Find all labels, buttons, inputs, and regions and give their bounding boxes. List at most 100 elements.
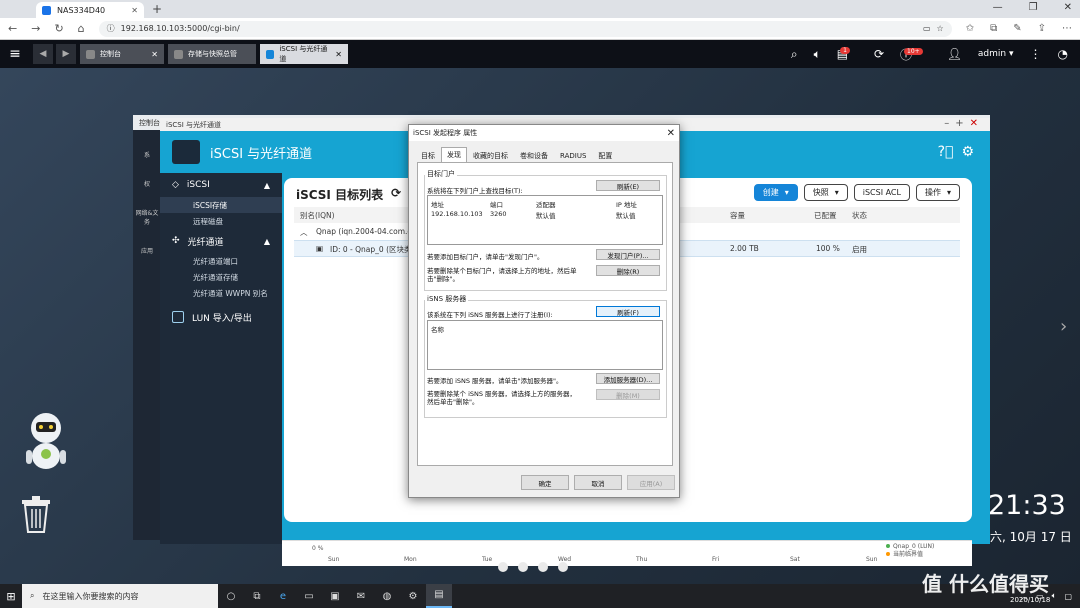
favorites-icon[interactable]: ✩: [966, 23, 974, 34]
apply-button[interactable]: 应用(A): [627, 475, 675, 490]
discover-portal-button[interactable]: 发现门户(P)...: [596, 249, 660, 260]
edge-icon[interactable]: e: [270, 591, 296, 602]
portal-address[interactable]: 192.168.10.103: [431, 210, 483, 218]
browser-tab[interactable]: NAS334D40 ✕: [36, 2, 144, 18]
reload-icon[interactable]: ↻: [54, 22, 63, 35]
recycle-bin-icon[interactable]: [20, 494, 52, 534]
nav-section-lun-io[interactable]: LUN 导入/导出: [160, 305, 282, 329]
qts-tab-storage[interactable]: 存储与快照总管: [168, 44, 256, 64]
nav-item-iscsi-storage[interactable]: iSCSI存储: [160, 197, 282, 213]
remove-server-button[interactable]: 删除(M): [596, 389, 660, 400]
mail-icon[interactable]: ✉: [348, 591, 374, 602]
cortana-icon[interactable]: ○: [218, 591, 244, 602]
ok-button[interactable]: 确定: [521, 475, 569, 490]
app-icon[interactable]: ◍: [374, 591, 400, 602]
restore-icon[interactable]: ❐: [1029, 2, 1038, 13]
task-view-icon[interactable]: ⧉: [244, 591, 270, 602]
forward-icon[interactable]: →: [31, 22, 40, 35]
notification-icon[interactable]: ▢: [1064, 592, 1072, 601]
nav-item-fc-wwpn[interactable]: 光纤通道 WWPN 别名: [160, 285, 282, 301]
close-tab-icon[interactable]: ✕: [131, 6, 138, 15]
search-icon[interactable]: ⌕: [791, 47, 798, 62]
tab-radius[interactable]: RADIUS: [554, 149, 592, 162]
more-icon[interactable]: ⋯: [1062, 23, 1072, 34]
nav-section-fc[interactable]: ✣ 光纤通道 ▲: [160, 229, 282, 253]
reader-icon[interactable]: ▭: [923, 24, 931, 33]
close-icon[interactable]: ✕: [151, 50, 158, 59]
windows-start-icon[interactable]: ⊞: [0, 590, 22, 603]
collections-icon[interactable]: ⧉: [990, 23, 997, 34]
search-icon: ⌕: [30, 591, 35, 600]
minimize-icon[interactable]: –: [944, 118, 955, 129]
store-icon[interactable]: ▣: [322, 591, 348, 602]
sync-icon[interactable]: ⟳: [874, 47, 884, 61]
url-field[interactable]: ⓘ 192.168.10.103:5000/cgi-bin/ ▭ ☆: [98, 20, 952, 37]
close-icon[interactable]: ✕: [667, 128, 675, 139]
create-button[interactable]: 创建 ▾: [753, 184, 798, 201]
back-icon[interactable]: ←: [8, 22, 17, 35]
qts-robot-icon[interactable]: [16, 408, 76, 478]
close-icon[interactable]: ✕: [970, 118, 984, 129]
qts-forward-button[interactable]: ▶: [56, 44, 76, 64]
refresh-isns-button[interactable]: 刷新(F): [596, 306, 660, 317]
qts-back-button[interactable]: ◀: [33, 44, 53, 64]
snapshot-button[interactable]: 快照 ▾: [803, 184, 848, 201]
qts-tab-control-panel[interactable]: 控制台 ✕: [80, 44, 164, 64]
explorer-icon[interactable]: ▭: [296, 591, 322, 602]
chevron-up-icon[interactable]: ︿: [300, 227, 308, 238]
col-capacity[interactable]: 容量: [730, 210, 745, 221]
tasks-icon[interactable]: ▤1: [837, 47, 858, 61]
page-dot[interactable]: [558, 562, 568, 572]
portal-listbox[interactable]: 地址 端口 适配器 IP 地址 192.168.10.103 3260 默认值 …: [427, 195, 663, 245]
dashboard-icon[interactable]: ◔: [1058, 47, 1068, 61]
isns-listbox[interactable]: 名称: [427, 320, 663, 370]
minimize-icon[interactable]: —: [993, 2, 1003, 13]
col-status[interactable]: 状态: [852, 210, 867, 221]
close-window-icon[interactable]: ✕: [1064, 2, 1072, 13]
nav-item-fc-storage[interactable]: 光纤通道存储: [160, 269, 282, 285]
tab-configuration[interactable]: 配置: [592, 149, 618, 162]
refresh-portals-button[interactable]: 刷新(E): [596, 180, 660, 191]
nav-item-fc-port[interactable]: 光纤通道端口: [160, 253, 282, 269]
tab-volumes-devices[interactable]: 卷和设备: [514, 149, 554, 162]
star-icon[interactable]: ☆: [937, 24, 944, 33]
col-allocated[interactable]: 已配置: [814, 210, 837, 221]
volume-icon[interactable]: 🔈︎: [814, 47, 821, 62]
chevron-right-icon[interactable]: ›: [1060, 316, 1067, 337]
page-dot[interactable]: [538, 562, 548, 572]
add-server-button[interactable]: 添加服务器(D)...: [596, 373, 660, 384]
tab-discovery[interactable]: 发现: [441, 147, 467, 162]
col-alias[interactable]: 别名(IQN): [300, 210, 335, 221]
help-icon[interactable]: ?⃝: [938, 144, 954, 160]
settings-icon[interactable]: ⚙: [400, 591, 426, 602]
user-menu[interactable]: admin ▾: [978, 49, 1014, 59]
tab-targets[interactable]: 目标: [415, 149, 441, 162]
close-icon[interactable]: ✕: [335, 50, 342, 59]
home-icon[interactable]: ⌂: [78, 22, 85, 35]
remove-portal-button[interactable]: 删除(R): [596, 265, 660, 276]
new-tab-icon[interactable]: +: [152, 2, 162, 16]
cancel-button[interactable]: 取消: [574, 475, 622, 490]
info-icon: ⓘ: [106, 24, 115, 33]
nav-item-remote-disk[interactable]: 远程磁盘: [160, 213, 282, 229]
action-button[interactable]: 操作 ▾: [915, 184, 960, 201]
nav-section-iscsi[interactable]: ◇ iSCSI ▲: [160, 173, 282, 197]
refresh-icon[interactable]: ⟳: [391, 186, 401, 203]
maximize-icon[interactable]: +: [955, 118, 969, 129]
tab-favorite-targets[interactable]: 收藏的目标: [467, 149, 514, 162]
alert-icon[interactable]: ⓘ10+: [900, 46, 931, 63]
pen-icon[interactable]: ✎: [1013, 23, 1021, 34]
page-dot[interactable]: [518, 562, 528, 572]
volume-icon[interactable]: 🔈︎: [1052, 591, 1057, 601]
more-icon[interactable]: ⋮: [1030, 47, 1042, 61]
menu-icon[interactable]: ≡: [0, 46, 30, 62]
user-icon[interactable]: 👤︎: [947, 47, 962, 61]
taskbar-search[interactable]: ⌕ 在这里输入你要搜索的内容: [22, 584, 218, 608]
qts-tab-iscsi[interactable]: iSCSI 与光纤通道 ✕: [260, 44, 348, 64]
iscsi-acl-button[interactable]: iSCSI ACL: [853, 184, 910, 201]
page-dot[interactable]: [498, 562, 508, 572]
gear-icon[interactable]: ⚙: [961, 144, 974, 160]
iscsi-initiator-taskbar-icon[interactable]: ▤: [426, 584, 452, 608]
share-icon[interactable]: ⇪: [1038, 23, 1046, 34]
taskbar: ⊞ ⌕ 在这里输入你要搜索的内容 ○ ⧉ e ▭ ▣ ✉ ◍ ⚙ ▤ ︿ ▭ 🔈…: [0, 584, 1080, 608]
